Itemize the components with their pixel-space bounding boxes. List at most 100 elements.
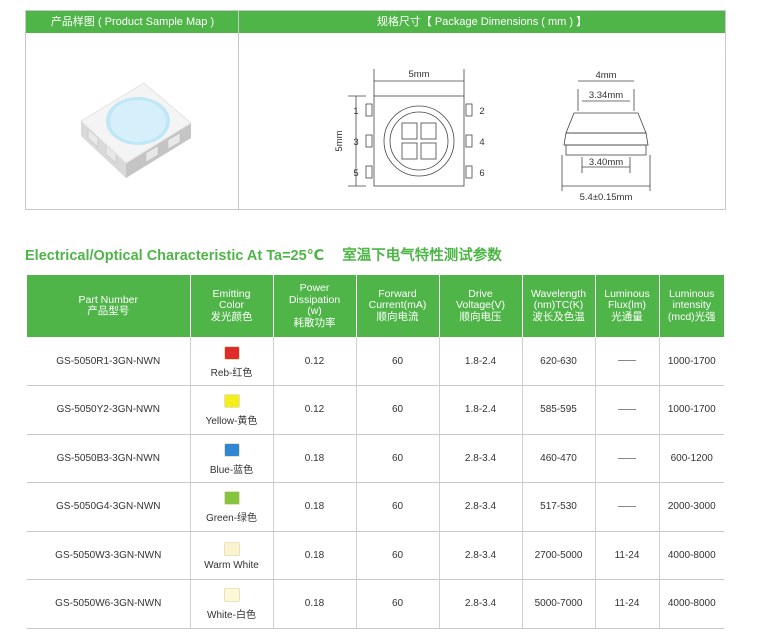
- emitting-color-cell: Yellow-黄色: [190, 385, 274, 435]
- wavelength-cell: 517-530: [522, 482, 596, 532]
- header-line: Power: [299, 282, 330, 294]
- luminous-flux-cell: [595, 482, 660, 532]
- header-line: 顺向电流: [376, 310, 419, 323]
- current-cell: 60: [356, 482, 440, 532]
- voltage-cell: 1.8-2.4: [439, 337, 523, 386]
- emitting-color-cell: Warm White: [190, 531, 274, 580]
- voltage-cell: 2.8-3.4: [439, 482, 523, 532]
- package-dimension-drawing: 5mm 5mm 1 2 3 4 5 6 4mm 3.34mm 3.40mm 5.…: [334, 69, 651, 203]
- power-cell: 0.18: [273, 482, 357, 532]
- power-cell: 0.12: [273, 385, 357, 435]
- pin-label: 3: [353, 137, 358, 148]
- color-swatch: [223, 345, 240, 360]
- package-info-header: 产品样图 ( Product Sample Map ) 规格尺寸【 Packag…: [26, 11, 725, 33]
- table-header-row: Part Number 产品型号 Emitting Color 发光颜色 Power Dis…: [27, 275, 724, 337]
- current-cell: 60: [356, 337, 440, 386]
- header-line: 发光颜色: [210, 310, 253, 323]
- wavelength-cell: 620-630: [522, 337, 596, 386]
- wavelength-cell: 2700-5000: [522, 531, 596, 580]
- color-label: Green-绿色: [205, 513, 258, 525]
- header-line: 产品型号: [87, 305, 130, 317]
- part-number-cell: GS-5050R1-3GN-NWN: [27, 337, 191, 386]
- package-dimensions-header: 规格尺寸【 Package Dimensions ( mm ) 】: [376, 16, 588, 28]
- table-body: GS-5050R1-3GN-NWN Reb-红色 0.12 60 1.8-2.4 620-…: [27, 337, 724, 629]
- voltage-cell: 2.8-3.4: [439, 531, 523, 580]
- power-cell: 0.18: [273, 579, 357, 629]
- header-forward-current: Forward Current(mA) 顺向电流: [356, 275, 440, 337]
- table-row: GS-5050G4-3GN-NWN Green-绿色 0.18 60 2.8-3.4 51…: [27, 482, 724, 532]
- section-title: Electrical/Optical Characteristic At Ta=…: [25, 246, 502, 266]
- color-swatch: [223, 394, 240, 409]
- section-title-en: Electrical/Optical Characteristic At Ta=…: [25, 248, 325, 264]
- emitting-color-cell: Green-绿色: [190, 482, 274, 532]
- current-cell: 60: [356, 579, 440, 629]
- color-label: Warm White: [204, 559, 259, 571]
- characteristics-table: Part Number 产品型号 Emitting Color 发光颜色 Power Dis…: [27, 275, 724, 629]
- pin-label: 2: [479, 106, 484, 117]
- header-line: (w): [307, 305, 322, 317]
- table-row: GS-5050B3-3GN-NWN Blue-蓝色 0.18 60 2.8-3.4 460…: [27, 434, 724, 483]
- luminous-intensity-cell: 600-1200: [659, 434, 724, 483]
- dim-width-label: 5mm: [408, 69, 429, 80]
- table-row: GS-5050Y2-3GN-NWN Yellow-黄色 0.12 60 1.8-2.4 5…: [27, 385, 724, 435]
- part-number-cell: GS-5050W6-3GN-NWN: [27, 579, 191, 629]
- header-line: (mcd)光强: [667, 310, 716, 323]
- voltage-cell: 2.8-3.4: [439, 579, 523, 629]
- side-bottom-label: 5.4±0.15mm: [580, 192, 633, 203]
- pin-label: 1: [353, 106, 358, 117]
- empty-dash: [618, 409, 636, 411]
- voltage-cell: 1.8-2.4: [439, 385, 523, 435]
- voltage-cell: 2.8-3.4: [439, 434, 523, 483]
- current-cell: 60: [356, 531, 440, 580]
- header-line: 光通量: [611, 310, 643, 323]
- power-cell: 0.18: [273, 434, 357, 483]
- luminous-intensity-cell: 4000-8000: [659, 579, 724, 629]
- empty-dash: [618, 506, 636, 508]
- table-row: GS-5050W6-3GN-NWN White-白色 0.18 60 2.8-3.4 50…: [27, 579, 724, 629]
- power-cell: 0.18: [273, 531, 357, 580]
- led-sample-image: [80, 82, 192, 178]
- luminous-flux-cell: 11-24: [595, 531, 660, 580]
- wavelength-cell: 5000-7000: [522, 579, 596, 629]
- color-swatch: [223, 491, 240, 506]
- luminous-flux-cell: [595, 434, 660, 483]
- luminous-intensity-cell: 1000-1700: [659, 337, 724, 386]
- header-line: 耗散功率: [293, 316, 336, 329]
- pin-label: 5: [353, 168, 358, 179]
- emitting-color-cell: Reb-红色: [190, 337, 274, 386]
- pin-label: 4: [479, 137, 484, 148]
- luminous-flux-cell: [595, 337, 660, 386]
- wavelength-cell: 585-595: [522, 385, 596, 435]
- current-cell: 60: [356, 434, 440, 483]
- header-power-dissipation: Power Dissipation (w) 耗散功率: [273, 275, 357, 337]
- header-emitting-color: Emitting Color 发光颜色: [190, 275, 274, 337]
- color-swatch: [223, 541, 240, 556]
- luminous-intensity-cell: 4000-8000: [659, 531, 724, 580]
- header-wavelength: Wavelength (nm)TC(K) 波长及色温: [522, 275, 596, 337]
- luminous-flux-cell: 11-24: [595, 579, 660, 629]
- product-sample-header: 产品样图 ( Product Sample Map ): [50, 16, 215, 28]
- table-row: GS-5050R1-3GN-NWN Reb-红色 0.12 60 1.8-2.4 620-…: [27, 337, 724, 386]
- section-title-cn: 室温下电气特性测试参数: [342, 248, 502, 264]
- emitting-color-cell: White-白色: [190, 579, 274, 629]
- color-label: Reb-红色: [210, 367, 253, 379]
- luminous-flux-cell: [595, 385, 660, 435]
- luminous-intensity-cell: 2000-3000: [659, 482, 724, 532]
- side-top-label: 4mm: [595, 70, 616, 81]
- color-label: White-白色: [207, 610, 256, 622]
- power-cell: 0.12: [273, 337, 357, 386]
- part-number-cell: GS-5050Y2-3GN-NWN: [27, 385, 191, 435]
- header-line: 顺向电压: [459, 310, 502, 323]
- header-luminous-intensity: Luminous intensity (mcd)光强: [659, 275, 724, 337]
- empty-dash: [618, 360, 636, 362]
- color-label: Yellow-黄色: [205, 416, 258, 428]
- header-line: 波长及色温: [532, 310, 585, 323]
- column-divider: [238, 11, 239, 209]
- side-inner-top-label: 3.34mm: [589, 90, 623, 101]
- wavelength-cell: 460-470: [522, 434, 596, 483]
- part-number-cell: GS-5050B3-3GN-NWN: [27, 434, 191, 483]
- dim-height-label: 5mm: [334, 130, 345, 151]
- header-part-number: Part Number 产品型号: [27, 275, 191, 337]
- part-number-cell: GS-5050G4-3GN-NWN: [27, 482, 191, 532]
- luminous-intensity-cell: 1000-1700: [659, 385, 724, 435]
